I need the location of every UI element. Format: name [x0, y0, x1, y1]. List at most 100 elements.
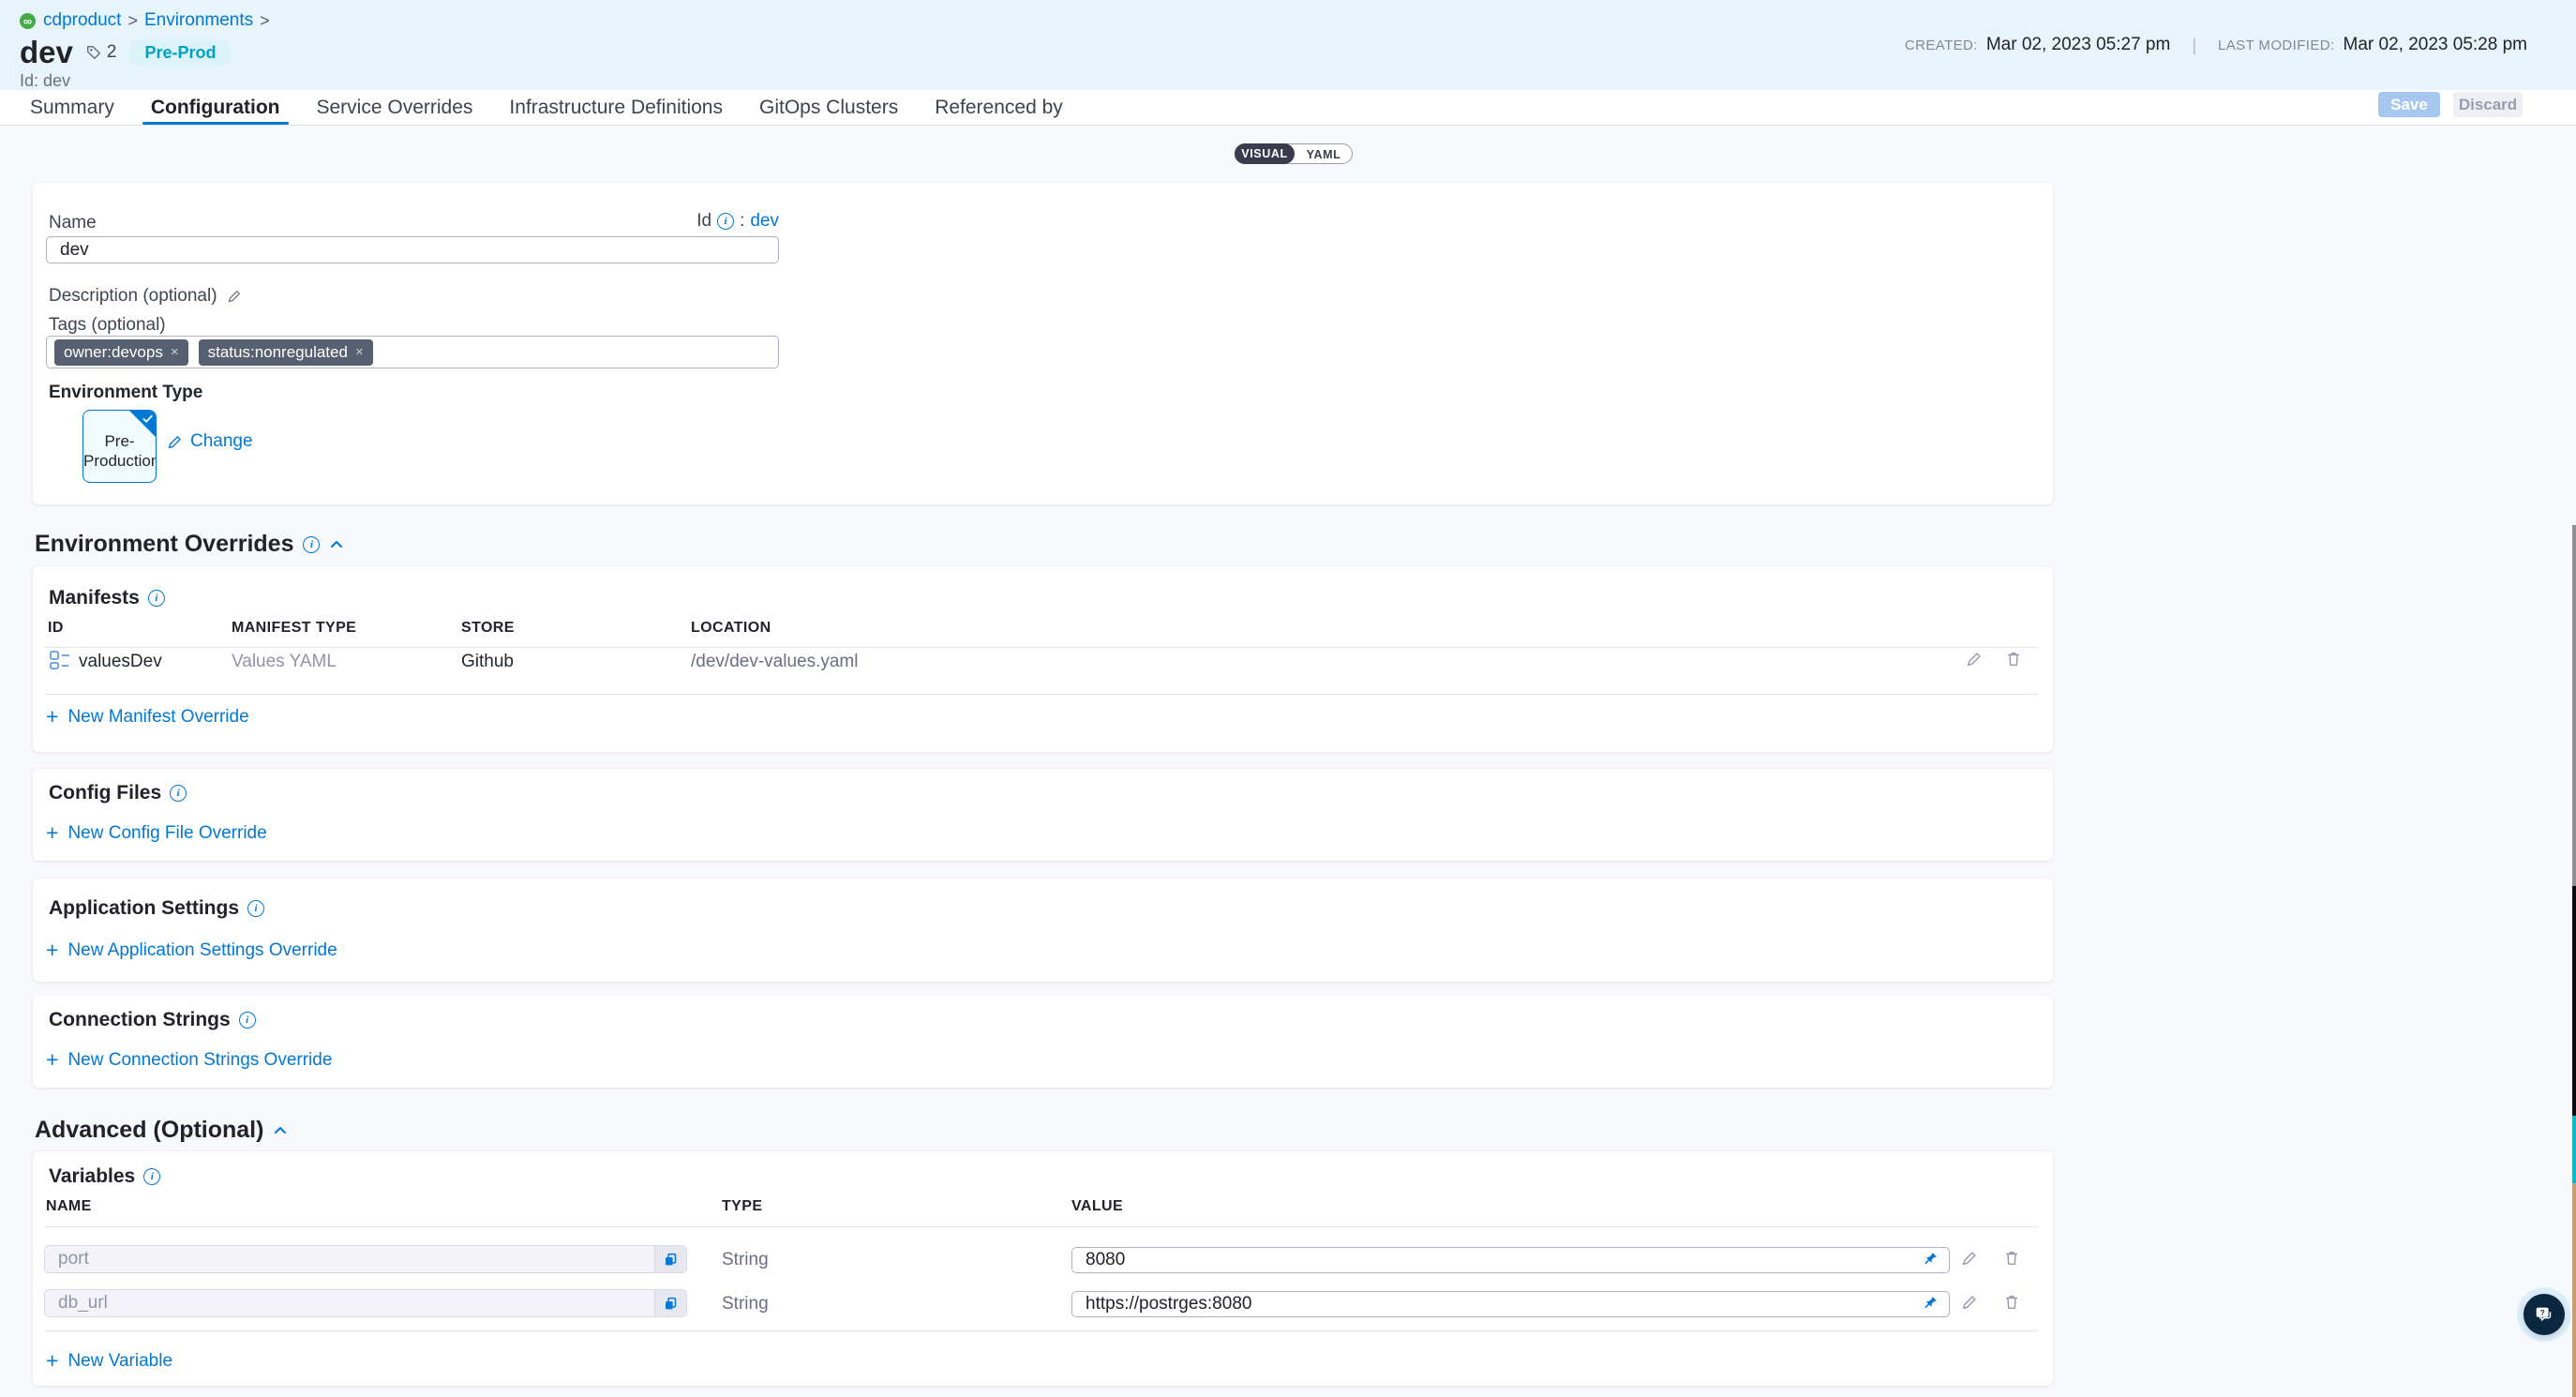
change-env-type-link[interactable]: Change: [167, 431, 253, 452]
id-info-icon[interactable]: i: [717, 213, 734, 230]
copy-icon: [664, 1297, 678, 1311]
variable-type: String: [722, 1250, 769, 1270]
column-header-value: VALUE: [1071, 1198, 1123, 1215]
pin-input-type-icon[interactable]: [1923, 1251, 1939, 1267]
pin-input-type-icon[interactable]: [1923, 1295, 1939, 1311]
breadcrumb-environments[interactable]: Environments: [144, 10, 253, 31]
copy-expression-button[interactable]: [654, 1290, 686, 1316]
variable-name-input[interactable]: db_url: [44, 1289, 687, 1317]
copy-expression-button[interactable]: [654, 1246, 686, 1272]
new-connection-strings-override-button[interactable]: + New Connection Strings Override: [46, 1050, 332, 1071]
tags-label: Tags (optional): [49, 315, 166, 336]
collapse-chevron-icon[interactable]: [273, 1123, 288, 1138]
pencil-icon: [167, 434, 183, 450]
edit-manifest-icon[interactable]: [1966, 651, 1983, 668]
screen-edge-artifact: [2572, 1183, 2576, 1397]
environment-overrides-info-icon[interactable]: i: [303, 536, 320, 553]
edit-description-icon[interactable]: [227, 289, 242, 304]
created-value: Mar 02, 2023 05:27 pm: [1986, 35, 2170, 55]
connection-strings-info-icon[interactable]: i: [239, 1012, 256, 1029]
page-title: dev: [20, 35, 73, 70]
screen-edge-artifact: [2572, 525, 2576, 886]
help-chat-button[interactable]: ?: [2524, 1294, 2565, 1335]
remove-tag-icon[interactable]: ×: [355, 344, 364, 360]
config-files-info-icon[interactable]: i: [170, 785, 187, 802]
delete-manifest-icon[interactable]: [2005, 650, 2022, 668]
screen-edge-artifact: [2572, 1116, 2576, 1183]
name-input[interactable]: [46, 236, 779, 263]
manifests-info-icon[interactable]: i: [148, 590, 165, 607]
tab-infrastructure-definitions[interactable]: Infrastructure Definitions: [509, 90, 723, 125]
edit-variable-icon[interactable]: [1961, 1294, 1978, 1311]
new-variable-button[interactable]: + New Variable: [46, 1351, 172, 1372]
variable-type: String: [722, 1294, 769, 1314]
environment-form-card: Name Id i : dev Description (optional) T…: [33, 183, 2053, 504]
toggle-visual[interactable]: VISUAL: [1235, 143, 1295, 164]
environment-configuration-page: ∞ cdproduct > Environments > dev 2 Pre-P…: [0, 0, 2576, 1397]
tag-text: owner:devops: [64, 343, 163, 362]
delete-variable-icon[interactable]: [2003, 1249, 2020, 1267]
collapse-chevron-icon[interactable]: [329, 537, 344, 552]
remove-tag-icon[interactable]: ×: [171, 344, 179, 360]
meta-divider: |: [2179, 36, 2209, 55]
screen-edge-artifact: [2572, 886, 2576, 1116]
plus-icon: +: [46, 1350, 58, 1372]
connection-strings-title-row: Connection Strings i: [49, 1009, 256, 1031]
column-header-manifest-type: MANIFEST TYPE: [232, 620, 356, 637]
new-config-file-override-label: New Config File Override: [67, 823, 266, 844]
tab-referenced-by[interactable]: Referenced by: [935, 90, 1063, 125]
manifest-location: /dev/dev-values.yaml: [691, 652, 858, 672]
description-label-row: Description (optional): [49, 286, 242, 307]
modified-label: LAST MODIFIED:: [2218, 38, 2335, 53]
column-header-type: TYPE: [722, 1198, 762, 1215]
tab-configuration[interactable]: Configuration: [151, 90, 280, 125]
environment-type-card-preproduction[interactable]: Pre-Production: [82, 410, 157, 483]
new-application-settings-override-button[interactable]: + New Application Settings Override: [46, 940, 337, 961]
check-icon: [142, 413, 154, 425]
connection-strings-title: Connection Strings: [49, 1009, 231, 1031]
manifest-id: valuesDev: [79, 652, 162, 672]
new-variable-label: New Variable: [67, 1351, 172, 1372]
manifests-card: Manifests i ID MANIFEST TYPE STORE LOCAT…: [33, 566, 2053, 752]
variable-value-input[interactable]: [1071, 1247, 1950, 1273]
advanced-title: Advanced (Optional): [35, 1117, 263, 1144]
divider: [45, 647, 2038, 648]
variable-value-input[interactable]: [1071, 1291, 1950, 1317]
plus-icon: +: [46, 1049, 58, 1071]
config-files-title: Config Files: [49, 782, 161, 804]
tags-input[interactable]: owner:devops × status:nonregulated ×: [46, 336, 779, 368]
breadcrumb: ∞ cdproduct > Environments >: [20, 10, 277, 31]
divider: [45, 1330, 2038, 1331]
config-files-card: Config Files i + New Config File Overrid…: [33, 769, 2053, 861]
change-label: Change: [190, 431, 253, 452]
breadcrumb-separator: >: [253, 11, 277, 31]
manifest-type: Values YAML: [232, 652, 337, 672]
variable-name-text: db_url: [58, 1293, 108, 1314]
new-application-settings-override-label: New Application Settings Override: [67, 940, 337, 961]
tag-count-value: 2: [107, 42, 117, 63]
tag-pill: owner:devops ×: [54, 339, 188, 366]
application-settings-card: Application Settings i + New Application…: [33, 879, 2053, 982]
environment-overrides-heading: Environment Overrides i: [35, 531, 344, 558]
application-settings-info-icon[interactable]: i: [247, 900, 264, 917]
tab-summary[interactable]: Summary: [30, 90, 114, 125]
delete-variable-icon[interactable]: [2003, 1293, 2020, 1311]
cd-module-icon: ∞: [20, 13, 36, 29]
breadcrumb-project[interactable]: cdproduct: [43, 10, 121, 31]
chat-help-icon: ?: [2533, 1303, 2555, 1326]
variables-info-icon[interactable]: i: [143, 1168, 160, 1185]
new-manifest-override-button[interactable]: + New Manifest Override: [46, 707, 249, 728]
new-config-file-override-button[interactable]: + New Config File Override: [46, 823, 267, 844]
meta-timestamps: CREATED: Mar 02, 2023 05:27 pm | LAST MO…: [1905, 35, 2527, 55]
edit-variable-icon[interactable]: [1961, 1250, 1978, 1267]
id-value-link[interactable]: dev: [750, 211, 779, 232]
plus-icon: +: [46, 822, 58, 844]
visual-yaml-toggle: VISUAL YAML: [1235, 143, 1353, 164]
tab-service-overrides[interactable]: Service Overrides: [317, 90, 473, 125]
discard-button[interactable]: Discard: [2453, 92, 2523, 117]
created-label: CREATED:: [1905, 38, 1978, 53]
variable-name-input[interactable]: port: [44, 1245, 687, 1273]
tab-gitops-clusters[interactable]: GitOps Clusters: [759, 90, 898, 125]
toggle-yaml[interactable]: YAML: [1295, 144, 1352, 165]
save-button[interactable]: Save: [2378, 92, 2440, 117]
